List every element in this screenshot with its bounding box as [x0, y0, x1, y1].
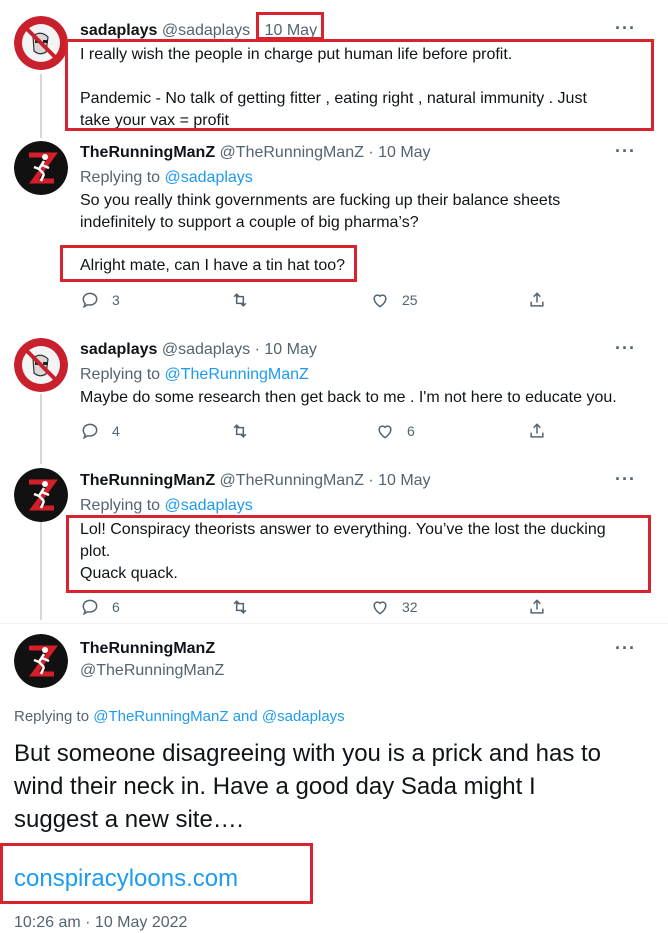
replying-mention[interactable]: @sadaplays	[165, 169, 253, 186]
reply-count: 3	[112, 292, 120, 308]
therunningmanz-avatar-icon	[14, 634, 68, 688]
tweet-text-line: But someone disagreeing with you is a pr…	[14, 740, 602, 767]
reply-count: 4	[112, 423, 120, 439]
focused-tweet-text: But someone disagreeing with you is a pr…	[14, 737, 601, 836]
tweet-date[interactable]: · 10 May	[368, 144, 430, 161]
replying-mention[interactable]: @sadaplays	[262, 708, 345, 725]
display-name[interactable]: TheRunningManZ	[80, 472, 215, 489]
handle[interactable]: @TheRunningManZ	[220, 472, 364, 489]
display-name[interactable]: TheRunningManZ	[80, 144, 215, 161]
avatar-therunningmanz[interactable]	[14, 468, 68, 522]
retweet-icon	[233, 424, 247, 438]
tweet-actions: 4 6	[80, 421, 560, 445]
tweet-actions: 6 32	[80, 597, 560, 621]
like-count: 32	[402, 599, 418, 615]
replying-mention[interactable]: @TheRunningManZ	[93, 708, 228, 725]
handle[interactable]: @sadaplays	[162, 341, 250, 358]
tweet-header: TheRunningManZ @TheRunningManZ · 10 May	[80, 472, 431, 490]
tweet-timestamp[interactable]: 10:26 am · 10 May 2022	[14, 914, 187, 932]
replying-label: Replying to	[80, 497, 161, 514]
highlight-box	[256, 12, 324, 40]
replying-mention[interactable]: @TheRunningManZ	[165, 366, 309, 383]
more-horizontal-icon[interactable]: ···	[615, 638, 636, 659]
handle[interactable]: @sadaplays	[162, 22, 250, 39]
avatar-sadaplays[interactable]	[14, 16, 68, 70]
highlight-box	[65, 39, 654, 131]
like-button[interactable]: 32	[370, 597, 418, 617]
highlight-box	[0, 843, 313, 904]
sadaplays-avatar-icon	[14, 338, 68, 392]
avatar-therunningmanz[interactable]	[14, 141, 68, 195]
share-icon	[530, 423, 544, 438]
tweet[interactable]: sadaplays @sadaplays · 10 May ··· Replyi…	[0, 325, 668, 455]
tweet-text: Maybe do some research then get back to …	[80, 387, 617, 409]
like-count: 6	[407, 423, 415, 439]
tweet-actions: 3 25	[80, 290, 560, 314]
tweet-header: sadaplays @sadaplays · 10 May	[80, 341, 317, 359]
reply-bubble-icon	[82, 599, 98, 616]
tweet-date[interactable]: · 10 May	[368, 472, 430, 489]
display-name[interactable]: sadaplays	[80, 22, 157, 39]
share-button[interactable]	[527, 421, 547, 441]
share-button[interactable]	[527, 597, 547, 617]
more-horizontal-icon[interactable]: ···	[615, 141, 636, 162]
share-button[interactable]	[527, 290, 547, 310]
handle[interactable]: @TheRunningManZ	[80, 662, 224, 680]
tweet-header: TheRunningManZ @TheRunningManZ	[80, 640, 224, 680]
therunningmanz-avatar-icon	[14, 141, 68, 195]
tweet-text-line: Maybe do some research then get back to …	[80, 389, 617, 406]
more-horizontal-icon[interactable]: ···	[615, 338, 636, 359]
tweet-text-line: So you really think governments are fuck…	[80, 192, 561, 209]
replying-to: Replying to @TheRunningManZ and @sadapla…	[14, 708, 345, 725]
like-button[interactable]: 6	[375, 421, 415, 441]
sadaplays-avatar-icon	[14, 16, 68, 70]
tweet[interactable]: TheRunningManZ @TheRunningManZ · 10 May …	[0, 135, 668, 325]
retweet-icon	[233, 600, 247, 614]
replying-to: Replying to @sadaplays	[80, 497, 253, 515]
more-horizontal-icon[interactable]: ···	[615, 18, 636, 39]
reply-count: 6	[112, 599, 120, 615]
share-icon	[530, 599, 544, 614]
replying-to: Replying to @sadaplays	[80, 169, 253, 187]
tweet-text-line: suggest a new site….	[14, 806, 244, 833]
tweet-date[interactable]: · 10 May	[255, 341, 317, 358]
retweet-button[interactable]	[230, 290, 262, 310]
reply-bubble-icon	[82, 292, 98, 309]
more-horizontal-icon[interactable]: ···	[615, 469, 636, 490]
replying-label: Replying to	[80, 169, 161, 186]
reply-button[interactable]: 6	[80, 597, 120, 617]
handle[interactable]: @TheRunningManZ	[220, 144, 364, 161]
heart-icon	[373, 601, 387, 615]
replying-and: and	[232, 708, 258, 725]
replying-label: Replying to	[14, 708, 90, 725]
reply-button[interactable]: 4	[80, 421, 120, 441]
retweet-button[interactable]	[230, 421, 262, 441]
heart-icon	[373, 294, 387, 308]
display-name[interactable]: TheRunningManZ	[80, 640, 224, 658]
tweet-header: TheRunningManZ @TheRunningManZ · 10 May	[80, 144, 431, 162]
replying-to: Replying to @TheRunningManZ	[80, 366, 309, 384]
replying-mention[interactable]: @sadaplays	[165, 497, 253, 514]
highlight-box	[60, 245, 357, 282]
tweet-text-line: wind their neck in. Have a good day Sada…	[14, 773, 536, 800]
reply-bubble-icon	[82, 423, 98, 440]
tweet-text-line: indefinitely to support a couple of big …	[80, 214, 419, 231]
reply-button[interactable]: 3	[80, 290, 120, 310]
display-name[interactable]: sadaplays	[80, 341, 157, 358]
retweet-button[interactable]	[230, 597, 262, 617]
heart-icon	[378, 425, 392, 439]
like-count: 25	[402, 292, 418, 308]
retweet-icon	[233, 293, 247, 307]
like-button[interactable]: 25	[370, 290, 418, 310]
avatar-therunningmanz[interactable]	[14, 634, 68, 688]
avatar-sadaplays[interactable]	[14, 338, 68, 392]
replying-label: Replying to	[80, 366, 161, 383]
share-icon	[530, 292, 544, 307]
therunningmanz-avatar-icon	[14, 468, 68, 522]
highlight-box	[66, 515, 651, 593]
